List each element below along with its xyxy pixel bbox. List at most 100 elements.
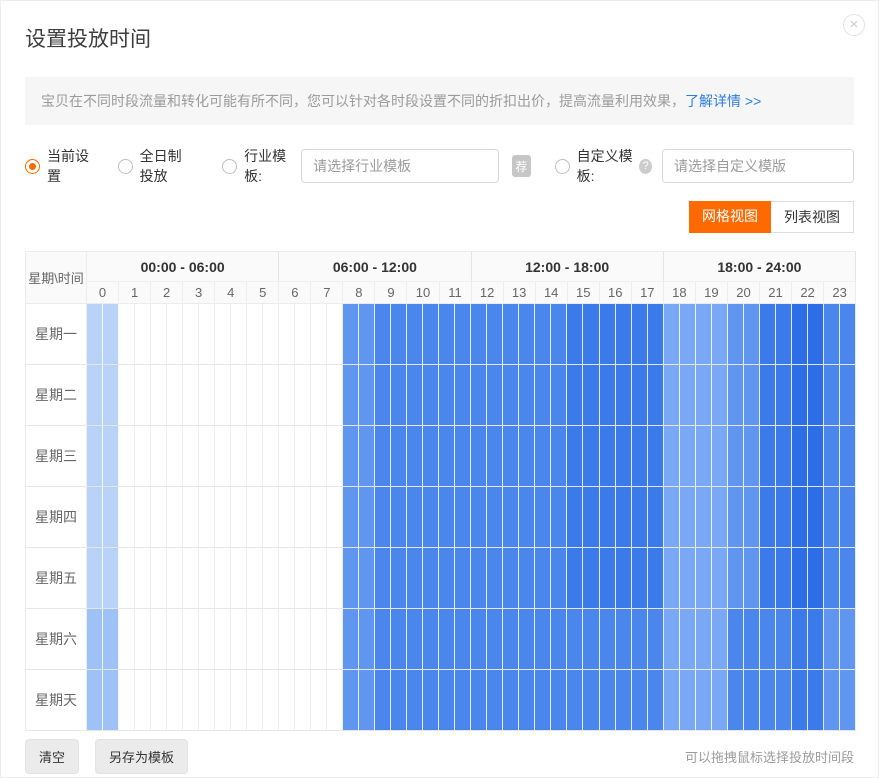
schedule-cell[interactable] — [295, 609, 311, 669]
schedule-cell[interactable] — [151, 304, 167, 364]
schedule-cell[interactable] — [87, 548, 103, 608]
schedule-cell[interactable] — [151, 548, 167, 608]
schedule-cell[interactable] — [744, 670, 760, 730]
schedule-cell[interactable] — [183, 609, 199, 669]
schedule-cell[interactable] — [135, 609, 151, 669]
schedule-cell[interactable] — [375, 304, 391, 364]
schedule-cell[interactable] — [391, 487, 407, 547]
schedule-cell[interactable] — [103, 487, 119, 547]
schedule-cell[interactable] — [263, 304, 279, 364]
schedule-cell[interactable] — [600, 365, 616, 425]
schedule-cell[interactable] — [535, 670, 551, 730]
schedule-cell[interactable] — [664, 304, 680, 364]
schedule-cell[interactable] — [231, 365, 247, 425]
schedule-cell[interactable] — [792, 304, 808, 364]
schedule-cell[interactable] — [696, 487, 712, 547]
clear-button[interactable]: 清空 — [25, 739, 79, 774]
schedule-cell[interactable] — [600, 670, 616, 730]
schedule-cell[interactable] — [423, 487, 439, 547]
schedule-cell[interactable] — [359, 365, 375, 425]
schedule-cell[interactable] — [664, 365, 680, 425]
schedule-cell[interactable] — [840, 670, 856, 730]
radio-icon[interactable] — [555, 159, 570, 174]
schedule-cell[interactable] — [776, 670, 792, 730]
schedule-cell[interactable] — [728, 609, 744, 669]
schedule-cell[interactable] — [616, 304, 632, 364]
schedule-cell[interactable] — [423, 548, 439, 608]
schedule-cell[interactable] — [407, 487, 423, 547]
schedule-cell[interactable] — [167, 487, 183, 547]
schedule-cell[interactable] — [567, 609, 583, 669]
radio-icon[interactable] — [25, 159, 40, 174]
schedule-cell[interactable] — [551, 426, 567, 486]
schedule-cell[interactable] — [215, 487, 231, 547]
schedule-cell[interactable] — [744, 609, 760, 669]
schedule-cell[interactable] — [712, 487, 728, 547]
schedule-cell[interactable] — [263, 487, 279, 547]
schedule-cell[interactable] — [423, 426, 439, 486]
schedule-cell[interactable] — [583, 487, 599, 547]
schedule-cell[interactable] — [632, 548, 648, 608]
schedule-cell[interactable] — [664, 609, 680, 669]
schedule-cell[interactable] — [391, 426, 407, 486]
schedule-cell[interactable] — [600, 304, 616, 364]
schedule-cell[interactable] — [808, 365, 824, 425]
schedule-cell[interactable] — [535, 487, 551, 547]
schedule-cell[interactable] — [359, 548, 375, 608]
schedule-cell[interactable] — [151, 487, 167, 547]
schedule-cell[interactable] — [808, 487, 824, 547]
schedule-cell[interactable] — [407, 609, 423, 669]
schedule-cell[interactable] — [439, 670, 455, 730]
schedule-cell[interactable] — [600, 609, 616, 669]
schedule-cell[interactable] — [439, 609, 455, 669]
schedule-cell[interactable] — [375, 487, 391, 547]
schedule-cell[interactable] — [119, 304, 135, 364]
schedule-cell[interactable] — [776, 609, 792, 669]
schedule-cell[interactable] — [263, 609, 279, 669]
schedule-cell[interactable] — [680, 426, 696, 486]
radio-current-settings[interactable]: 当前设置 — [25, 146, 91, 186]
schedule-cell[interactable] — [375, 609, 391, 669]
schedule-cell[interactable] — [215, 426, 231, 486]
schedule-cell[interactable] — [824, 548, 840, 608]
radio-icon[interactable] — [222, 159, 237, 174]
schedule-cell[interactable] — [583, 426, 599, 486]
schedule-cell[interactable] — [632, 304, 648, 364]
schedule-cell[interactable] — [551, 487, 567, 547]
schedule-cell[interactable] — [840, 365, 856, 425]
schedule-cell[interactable] — [583, 670, 599, 730]
schedule-cell[interactable] — [183, 304, 199, 364]
schedule-cell[interactable] — [519, 609, 535, 669]
schedule-cell[interactable] — [616, 670, 632, 730]
schedule-cell[interactable] — [295, 365, 311, 425]
schedule-cell[interactable] — [551, 670, 567, 730]
schedule-cell[interactable] — [519, 304, 535, 364]
schedule-cell[interactable] — [471, 548, 487, 608]
schedule-cell[interactable] — [567, 670, 583, 730]
schedule-cell[interactable] — [792, 426, 808, 486]
schedule-cell[interactable] — [471, 487, 487, 547]
schedule-cell[interactable] — [215, 304, 231, 364]
schedule-cell[interactable] — [135, 670, 151, 730]
schedule-cell[interactable] — [231, 426, 247, 486]
schedule-cell[interactable] — [311, 304, 327, 364]
schedule-cell[interactable] — [519, 670, 535, 730]
industry-template-input[interactable] — [301, 149, 499, 183]
schedule-cell[interactable] — [231, 670, 247, 730]
schedule-cell[interactable] — [183, 487, 199, 547]
schedule-cell[interactable] — [151, 609, 167, 669]
schedule-cell[interactable] — [776, 487, 792, 547]
close-icon[interactable]: × — [843, 14, 865, 36]
schedule-cell[interactable] — [824, 365, 840, 425]
schedule-cell[interactable] — [199, 487, 215, 547]
schedule-cell[interactable] — [519, 426, 535, 486]
schedule-cell[interactable] — [664, 670, 680, 730]
schedule-cell[interactable] — [712, 609, 728, 669]
schedule-cell[interactable] — [792, 365, 808, 425]
schedule-cell[interactable] — [696, 304, 712, 364]
schedule-cell[interactable] — [551, 548, 567, 608]
schedule-cell[interactable] — [375, 365, 391, 425]
schedule-cell[interactable] — [808, 548, 824, 608]
schedule-cell[interactable] — [824, 304, 840, 364]
schedule-cell[interactable] — [215, 548, 231, 608]
